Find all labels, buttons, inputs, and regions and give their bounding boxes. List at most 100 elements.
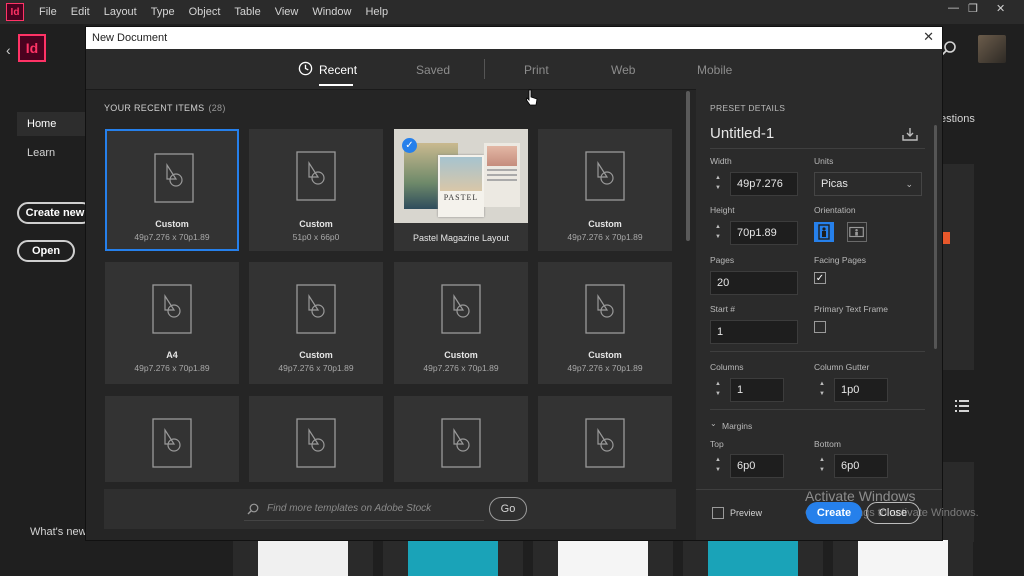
columns-label: Columns: [710, 362, 744, 372]
card-dims: 49p7.276 x 70p1.89: [278, 363, 354, 373]
units-select[interactable]: Picas ⌄: [814, 172, 922, 196]
preset-card[interactable]: Custom 51p0 x 66p0: [249, 129, 383, 251]
preset-card[interactable]: [394, 396, 528, 482]
width-field[interactable]: 49p7.276: [730, 172, 798, 196]
landscape-orientation-icon[interactable]: [847, 222, 867, 242]
columns-stepper[interactable]: ▲ ▼: [712, 379, 724, 401]
card-dims: 51p0 x 66p0: [292, 232, 340, 242]
indesign-app-icon: Id: [18, 34, 46, 62]
document-preset-icon: [585, 418, 625, 468]
bottom-stepper[interactable]: ▲ ▼: [816, 455, 828, 477]
height-stepper[interactable]: ▲ ▼: [712, 222, 724, 244]
tab-recent[interactable]: Recent: [319, 63, 357, 77]
tab-mobile[interactable]: Mobile: [697, 63, 732, 77]
menu-help[interactable]: Help: [358, 6, 395, 18]
gutter-field[interactable]: 1p0: [834, 378, 888, 402]
margins-label[interactable]: Margins: [722, 421, 752, 431]
preview-checkbox[interactable]: [712, 507, 724, 519]
preset-card[interactable]: Custom 49p7.276 x 70p1.89: [105, 129, 239, 251]
chevron-down-icon[interactable]: ⌄: [710, 419, 717, 428]
facing-pages-checkbox[interactable]: ✓: [814, 272, 826, 284]
menu-table[interactable]: Table: [227, 6, 267, 18]
preset-header: PRESET DETAILS: [710, 103, 786, 113]
primary-text-frame-label: Primary Text Frame: [814, 304, 888, 314]
search-icon: [247, 503, 259, 515]
width-stepper[interactable]: ▲ ▼: [712, 173, 724, 195]
nav-home[interactable]: Home: [17, 112, 87, 136]
close-icon[interactable]: ✕: [923, 29, 934, 45]
document-preset-icon: [585, 151, 625, 201]
whats-new-link[interactable]: What's new: [30, 526, 87, 538]
card-dims: 49p7.276 x 70p1.89: [134, 232, 210, 242]
menu-window[interactable]: Window: [305, 6, 358, 18]
back-chevron-icon[interactable]: ‹: [6, 42, 11, 58]
home-side-panel-2: [942, 462, 974, 542]
home-side-panel: [942, 164, 974, 370]
card-dims: 49p7.276 x 70p1.89: [423, 363, 499, 373]
close-window-icon[interactable]: ✕: [996, 2, 1005, 15]
portrait-orientation-icon[interactable]: [814, 222, 834, 242]
name-underline: [710, 148, 925, 149]
menu-object[interactable]: Object: [182, 6, 228, 18]
grid-scrollbar[interactable]: [686, 91, 690, 241]
minimize-icon[interactable]: —: [948, 2, 959, 14]
primary-text-frame-checkbox[interactable]: [814, 321, 826, 333]
preset-card[interactable]: A4 49p7.276 x 70p1.89: [105, 262, 239, 384]
gutter-stepper[interactable]: ▲ ▼: [816, 379, 828, 401]
card-name: Custom: [299, 219, 333, 229]
height-field[interactable]: 70p1.89: [730, 221, 798, 245]
top-stepper[interactable]: ▲ ▼: [712, 455, 724, 477]
dialog-titlebar: New Document ✕: [86, 27, 942, 49]
preset-card[interactable]: Custom 49p7.276 x 70p1.89: [394, 262, 528, 384]
stock-search-input[interactable]: Find more templates on Adobe Stock: [267, 503, 431, 514]
recent-file-tile[interactable]: [533, 540, 673, 576]
pages-field[interactable]: 20: [710, 271, 798, 295]
menu-view[interactable]: View: [268, 6, 306, 18]
recent-file-tile[interactable]: [383, 540, 523, 576]
preset-card[interactable]: Custom 49p7.276 x 70p1.89: [249, 262, 383, 384]
preset-card[interactable]: Custom 49p7.276 x 70p1.89: [538, 262, 672, 384]
card-dims: 49p7.276 x 70p1.89: [567, 232, 643, 242]
orange-accent-shape: [942, 232, 950, 244]
go-button[interactable]: Go: [489, 497, 527, 521]
preset-scrollbar[interactable]: [934, 125, 937, 349]
section-divider: [710, 351, 925, 352]
start-field[interactable]: 1: [710, 320, 798, 344]
preset-card[interactable]: [105, 396, 239, 482]
document-preset-icon: [154, 153, 194, 203]
create-button[interactable]: Create: [806, 502, 862, 524]
list-view-icon[interactable]: [955, 400, 969, 412]
preset-card[interactable]: [538, 396, 672, 482]
menu-edit[interactable]: Edit: [64, 6, 97, 18]
recent-file-tile[interactable]: [833, 540, 973, 576]
menu-type[interactable]: Type: [144, 6, 182, 18]
recent-file-tile[interactable]: [683, 540, 823, 576]
top-margin-field[interactable]: 6p0: [730, 454, 784, 478]
bottom-margin-field[interactable]: 6p0: [834, 454, 888, 478]
save-preset-icon[interactable]: [902, 127, 918, 141]
nav-learn[interactable]: Learn: [17, 141, 87, 165]
section-divider: [710, 409, 925, 410]
recent-items-label: YOUR RECENT ITEMS: [104, 103, 205, 113]
menu-file[interactable]: File: [32, 6, 64, 18]
document-name[interactable]: Untitled-1: [710, 125, 774, 142]
columns-field[interactable]: 1: [730, 378, 784, 402]
magazine-thumbnail: PASTEL ✓: [394, 129, 528, 223]
tab-print[interactable]: Print: [524, 63, 549, 77]
menu-layout[interactable]: Layout: [97, 6, 144, 18]
close-button[interactable]: Close: [866, 502, 920, 524]
questions-text: estions: [940, 113, 975, 125]
recent-file-tile[interactable]: [233, 540, 373, 576]
tab-web[interactable]: Web: [611, 63, 635, 77]
preset-card[interactable]: [249, 396, 383, 482]
open-button[interactable]: Open: [17, 240, 75, 262]
restore-icon[interactable]: ❐: [968, 2, 978, 15]
document-preset-icon: [441, 284, 481, 334]
create-new-button[interactable]: Create new: [17, 202, 93, 224]
preset-card[interactable]: Custom 49p7.276 x 70p1.89: [538, 129, 672, 251]
template-card[interactable]: PASTEL ✓ Pastel Magazine Layout: [394, 129, 528, 251]
chevron-down-icon: ⌄: [905, 178, 913, 189]
search-icon[interactable]: [941, 40, 957, 56]
avatar[interactable]: [978, 35, 1006, 63]
tab-saved[interactable]: Saved: [416, 63, 450, 77]
